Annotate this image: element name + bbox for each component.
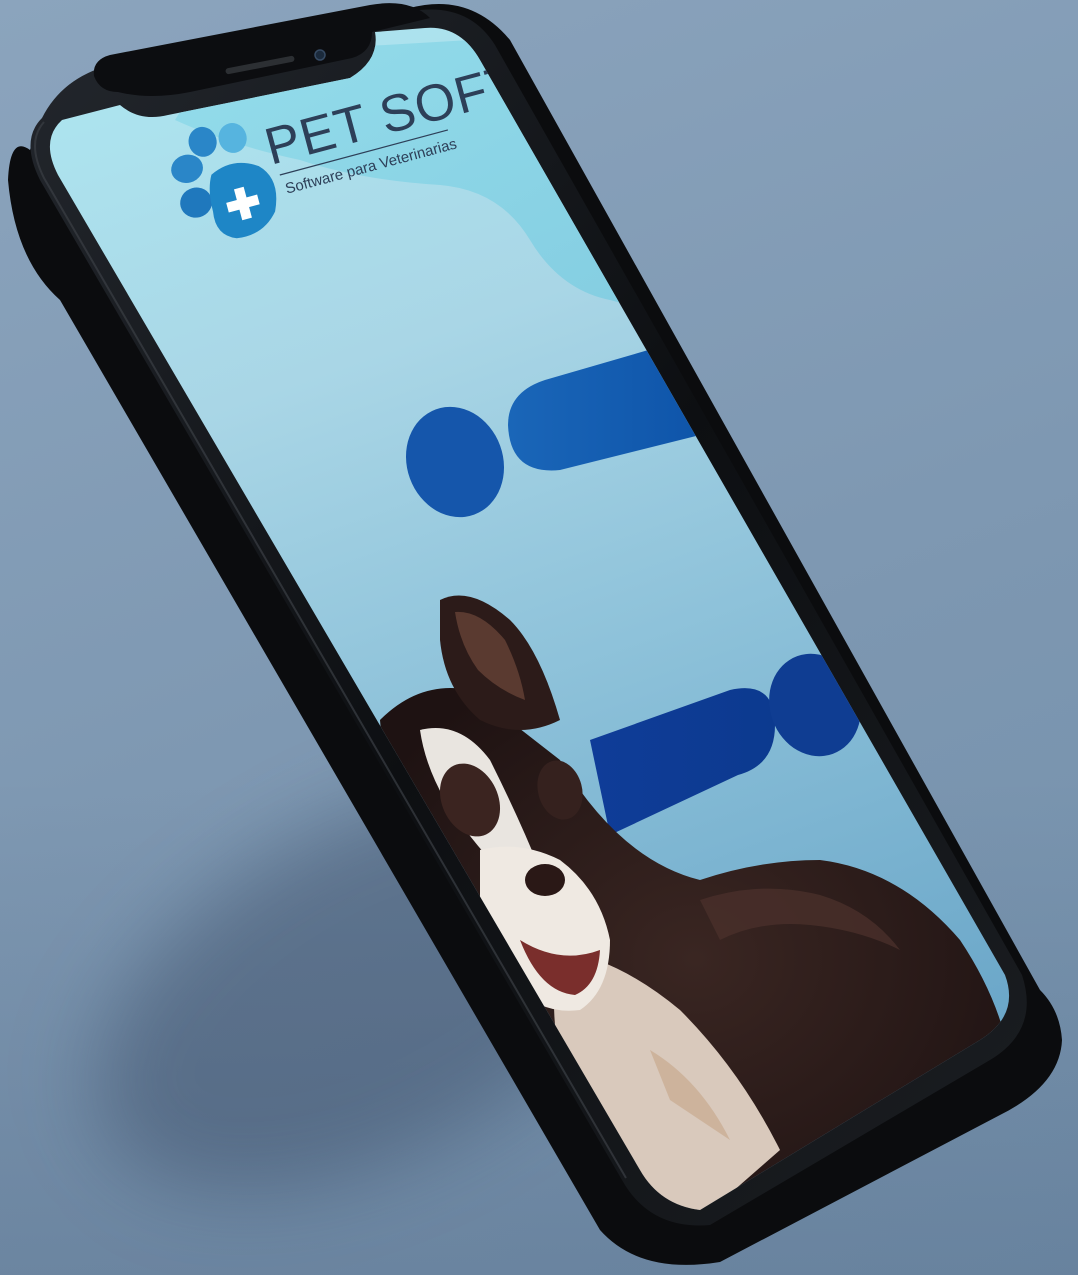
phone-mockup: PET SOFT Software para Veterinarias (8, 3, 1062, 1265)
scene: PET SOFT Software para Veterinarias (0, 0, 1078, 1275)
front-camera-icon (314, 49, 326, 61)
